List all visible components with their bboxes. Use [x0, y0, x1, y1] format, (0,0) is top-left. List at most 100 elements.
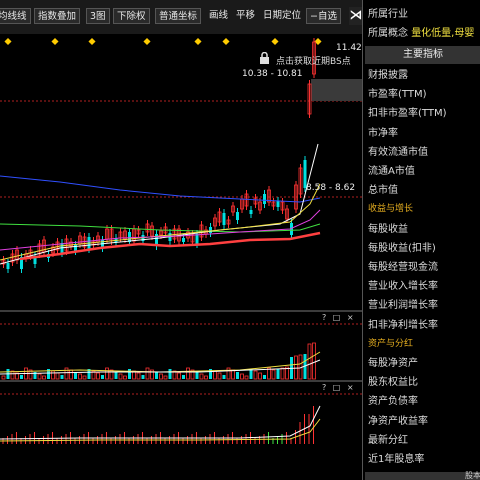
indicator-row[interactable]: 股东权益比 — [368, 373, 418, 392]
indicator-row[interactable]: 财报披露 — [368, 66, 408, 85]
indicator-panel-controls[interactable]: ? □ × — [322, 383, 356, 392]
candle-body — [222, 213, 226, 225]
volume-bar — [128, 369, 131, 379]
bs-marker — [194, 37, 202, 46]
indicator-row[interactable]: 扣非净利增长率 — [368, 316, 438, 335]
volume-bar — [195, 372, 199, 379]
indicator-row[interactable]: 营业利润增长率 — [368, 296, 438, 315]
lock-icon[interactable] — [259, 52, 270, 64]
volume-bar — [168, 369, 172, 379]
section-header: 资产与分红 — [368, 338, 414, 349]
range-mid-label: 8.58 - 8.62 — [306, 183, 356, 193]
share-capital-tab[interactable]: 股本 — [365, 472, 480, 480]
bs-points-hint[interactable]: 点击获取近期BS点 — [276, 54, 351, 67]
minus-icon: − — [310, 11, 318, 22]
volume-bar — [141, 375, 145, 379]
bs-marker — [51, 37, 59, 46]
volume-bar — [240, 373, 244, 380]
ex-rights-button[interactable]: 下除权 — [113, 8, 150, 24]
volume-bar — [118, 373, 123, 380]
volume-bar — [101, 375, 104, 379]
volume-bar — [276, 369, 280, 379]
volume-panel-controls[interactable]: ? □ × — [322, 313, 356, 322]
pin-icon[interactable]: ⋊ — [349, 7, 363, 25]
coordinate-mode-button[interactable]: 普通坐标 — [155, 8, 202, 24]
volume-bar — [123, 375, 127, 380]
candle-body — [263, 194, 266, 204]
indicator-row[interactable]: 总市值 — [368, 181, 398, 200]
indicator-row[interactable]: 有效流通市值 — [368, 143, 428, 162]
volume-bar — [280, 367, 285, 380]
volume-bar — [96, 372, 100, 380]
volume-bar — [55, 372, 60, 380]
indicator-row[interactable]: 最新分红 — [368, 431, 408, 450]
bs-marker — [4, 37, 12, 46]
indicator-row[interactable]: 每股收益(扣非) — [368, 239, 436, 258]
indicator-row[interactable]: 市盈率(TTM) — [368, 85, 426, 104]
volume-bar — [213, 370, 217, 380]
layout-3-charts-button[interactable]: 3图 — [86, 8, 110, 24]
volume-bar — [42, 375, 46, 380]
volume-bar — [159, 373, 163, 380]
candle-body — [209, 227, 212, 233]
volume-bar — [186, 367, 190, 380]
index-overlay-button[interactable]: 指数叠加 — [34, 8, 81, 24]
volume-bar — [74, 372, 77, 379]
ma-line-yellow — [0, 183, 321, 261]
draw-line-button[interactable]: 画线 — [209, 8, 228, 24]
concept-row: 所属概念 量化低量,母婴 — [368, 24, 474, 43]
indicator-row[interactable]: 流通A市值 — [368, 162, 415, 181]
volume-bar — [312, 342, 316, 380]
indicator-row[interactable]: 净资产收益率 — [368, 412, 428, 431]
volume-bar — [136, 372, 141, 380]
indicator-row[interactable]: 每股经营现金流 — [368, 258, 438, 277]
indicator-row[interactable]: 资产负债率 — [368, 392, 418, 411]
volume-bar — [109, 369, 114, 380]
volume-bar — [69, 369, 73, 380]
kline-chart-area[interactable]: 11.42 10.38 - 10.81 8.58 - 8.62 点击获取近期BS… — [0, 34, 362, 480]
range-top-label: 10.38 - 10.81 — [242, 69, 303, 79]
concept-value[interactable]: 量化低量,母婴 — [411, 28, 474, 39]
volume-bar — [105, 367, 109, 380]
indicator-row[interactable]: 营业收入增长率 — [368, 277, 438, 296]
section-header: 收益与增长 — [368, 204, 414, 215]
volume-bar — [258, 372, 262, 380]
volume-bar — [263, 375, 266, 379]
candle-body — [195, 234, 199, 244]
price-high-label: 11.42 — [336, 43, 362, 53]
kline-chart-canvas — [0, 37, 362, 444]
watchlist-button[interactable]: −自选 — [306, 8, 341, 24]
watchlist-label: 自选 — [317, 11, 337, 22]
candle-body — [182, 238, 185, 242]
chart-toolbar: 均线线 指数叠加 3图 下除权 普通坐标 画线 平移 日期定位 −自选 ⋊ — [0, 0, 363, 34]
indicator-row[interactable]: 市净率 — [368, 124, 398, 143]
bs-marker — [271, 37, 279, 46]
volume-bar — [60, 375, 64, 379]
volume-bar — [82, 375, 87, 380]
volume-bar — [244, 375, 249, 380]
volume-bar — [37, 373, 42, 380]
ma-line-blue — [0, 175, 321, 203]
indicator-row[interactable]: 每股净资产 — [368, 354, 418, 373]
indicator-row[interactable]: 扣非市盈率(TTM) — [368, 104, 446, 123]
volume-bar — [64, 367, 69, 380]
main-indicators-header[interactable]: 主要指标 — [365, 46, 480, 64]
indicator-row[interactable]: 每股收益 — [368, 220, 408, 239]
volume-bar — [182, 375, 185, 379]
indicator-row[interactable]: 近1年股息率 — [368, 450, 424, 469]
candle-body — [276, 201, 280, 207]
ma-lines-button[interactable]: 均线线 — [0, 8, 31, 24]
bs-marker — [88, 37, 96, 46]
volume-bar — [294, 355, 298, 380]
volume-bar — [199, 373, 204, 380]
volume-bar — [226, 367, 231, 380]
volume-bar — [145, 367, 150, 380]
volume-bar — [217, 372, 222, 380]
volume-bar — [177, 372, 181, 380]
candle-body — [236, 212, 239, 220]
candle-body — [6, 263, 10, 269]
date-locate-button[interactable]: 日期定位 — [263, 8, 301, 24]
volume-bar — [155, 372, 158, 379]
volume-bar — [114, 372, 118, 379]
pan-button[interactable]: 平移 — [236, 8, 255, 24]
